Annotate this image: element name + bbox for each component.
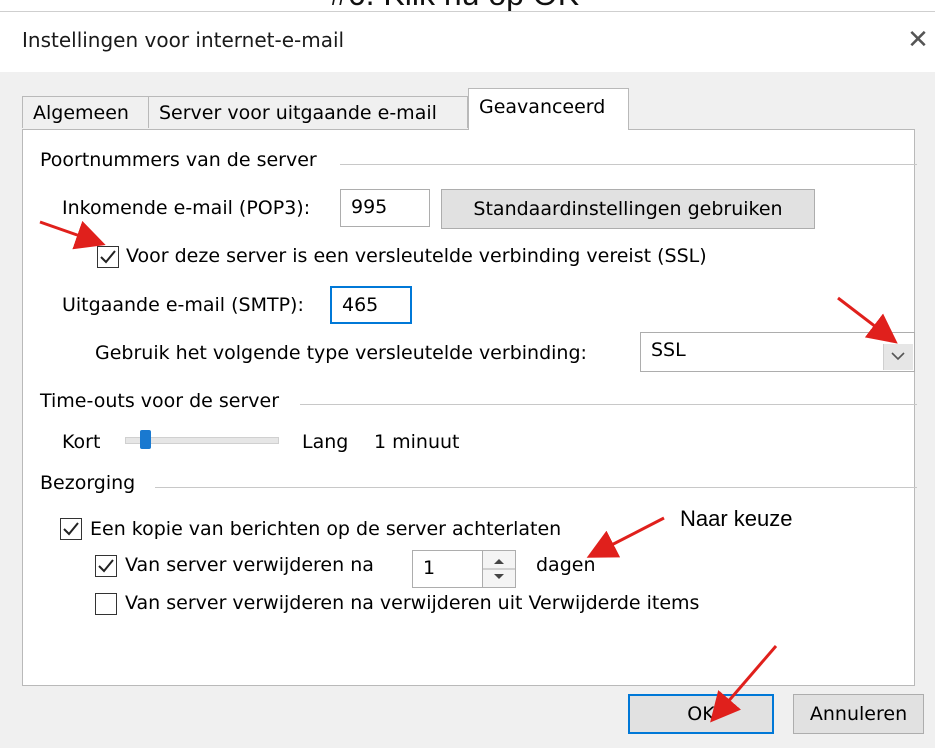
slider-short-label: Kort	[62, 431, 101, 453]
remove-after-label: Van server verwijderen na	[125, 554, 374, 576]
checkmark-icon	[63, 522, 79, 536]
ok-button[interactable]: OK	[628, 694, 774, 734]
group-divider	[155, 487, 917, 488]
timeout-value: 1 minuut	[374, 431, 460, 453]
chevron-down-icon[interactable]	[883, 344, 913, 370]
incoming-label: Inkomende e-mail (POP3):	[62, 197, 311, 219]
remove-after-days-input[interactable]: 1	[412, 550, 484, 588]
close-icon[interactable]: ✕	[902, 22, 934, 58]
tab-uitgaande-server[interactable]: Server voor uitgaande e-mail	[148, 96, 468, 128]
group-label-timeouts: Time-outs voor de server	[40, 390, 280, 412]
group-label-delivery: Bezorging	[40, 472, 136, 494]
leave-copy-label: Een kopie van berichten op de server ach…	[90, 518, 562, 540]
outgoing-label: Uitgaande e-mail (SMTP):	[62, 294, 304, 316]
defaults-button[interactable]: Standaardinstellingen gebruiken	[441, 189, 815, 229]
leave-copy-checkbox[interactable]	[60, 518, 82, 540]
remove-deleted-checkbox[interactable]	[95, 593, 117, 615]
ssl-required-label: Voor deze server is een versleutelde ver…	[126, 245, 707, 267]
cancel-button[interactable]: Annuleren	[793, 694, 924, 734]
encryption-label: Gebruik het volgende type versleutelde v…	[95, 342, 587, 364]
encryption-select[interactable]: SSL	[640, 332, 915, 372]
title-bar: Instellingen voor internet-e-mail ✕	[0, 12, 935, 72]
group-divider	[300, 404, 917, 405]
annotation-note: Naar keuze	[680, 506, 793, 531]
remove-deleted-label: Van server verwijderen na verwijderen ui…	[125, 592, 700, 614]
incoming-port-input[interactable]: 995	[340, 189, 430, 227]
checkmark-icon	[98, 559, 114, 573]
slider-long-label: Lang	[302, 431, 349, 453]
group-label-ports: Poortnummers van de server	[40, 149, 317, 171]
checkmark-icon	[100, 250, 116, 264]
remove-after-checkbox[interactable]	[95, 555, 117, 577]
ssl-required-checkbox[interactable]	[97, 246, 119, 268]
timeout-slider-thumb[interactable]	[140, 430, 151, 449]
window-title: Instellingen voor internet-e-mail	[22, 28, 345, 52]
spin-up-down-icon[interactable]	[482, 550, 516, 588]
tab-geavanceerd[interactable]: Geavanceerd	[468, 88, 629, 130]
group-divider	[340, 164, 917, 165]
dialog-window: Instellingen voor internet-e-mail ✕ Alge…	[0, 11, 935, 748]
outgoing-port-input[interactable]: 465	[330, 286, 412, 324]
tab-algemeen[interactable]: Algemeen	[22, 96, 149, 128]
days-label: dagen	[536, 554, 596, 576]
